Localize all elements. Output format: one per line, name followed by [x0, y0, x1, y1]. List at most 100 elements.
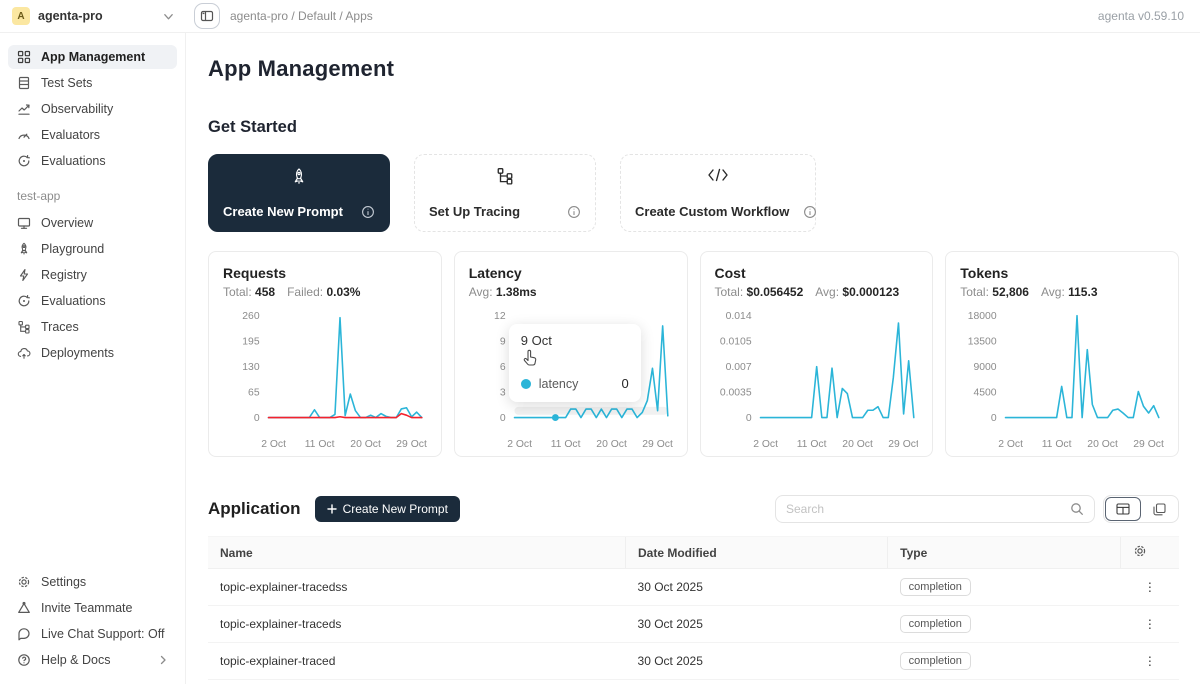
- requests-chart-card: Requests Total: 458 Failed: 0.03% 065130…: [208, 251, 442, 457]
- set-up-tracing-card[interactable]: Set Up Tracing: [414, 154, 596, 232]
- chart-stats: Total: 52,806 Avg: 115.3: [960, 285, 1164, 299]
- sidebar-item-label: Invite Teammate: [41, 601, 132, 615]
- svg-text:29 Oct: 29 Oct: [1134, 439, 1164, 450]
- card-label: Create New Prompt: [223, 204, 343, 219]
- row-menu-button[interactable]: ⋮: [1121, 569, 1179, 606]
- svg-text:9000: 9000: [974, 362, 997, 373]
- svg-text:6: 6: [500, 362, 506, 373]
- rocket-icon: [223, 167, 375, 187]
- chart-title: Requests: [223, 265, 427, 281]
- breadcrumb[interactable]: agenta-pro / Default / Apps: [230, 9, 373, 23]
- sidebar-item-deployments[interactable]: Deployments: [8, 341, 177, 365]
- sidebar-item-evaluations[interactable]: Evaluations: [8, 149, 177, 173]
- table-view-button[interactable]: [1105, 497, 1141, 521]
- create-new-prompt-button[interactable]: Create New Prompt: [315, 496, 460, 522]
- svg-text:65: 65: [248, 388, 260, 399]
- tooltip-value: 0: [622, 376, 629, 391]
- info-icon[interactable]: [803, 205, 817, 219]
- monitor-icon: [17, 216, 31, 230]
- sidebar-item-settings[interactable]: Settings: [8, 570, 177, 594]
- app-name[interactable]: career-assessment: [208, 680, 626, 684]
- table-settings-header[interactable]: [1121, 537, 1179, 569]
- info-icon[interactable]: [361, 205, 375, 219]
- requests-chart[interactable]: 0651301952602 Oct11 Oct20 Oct29 Oct: [223, 305, 427, 451]
- gauge-icon: [17, 128, 31, 142]
- create-new-prompt-card[interactable]: Create New Prompt: [208, 154, 390, 232]
- sidebar-item-playground[interactable]: Playground: [8, 237, 177, 261]
- sidebar: App Management Test Sets Observability E…: [0, 33, 186, 684]
- search-icon[interactable]: [1070, 502, 1084, 516]
- sidebar-item-label: Live Chat Support: Off: [41, 627, 164, 641]
- sidebar-item-evaluators[interactable]: Evaluators: [8, 123, 177, 147]
- sidebar-item-invite-teammate[interactable]: Invite Teammate: [8, 596, 177, 620]
- type-badge: completion: [900, 615, 971, 633]
- chart-title: Latency: [469, 265, 673, 281]
- invite-icon: [17, 601, 31, 615]
- svg-text:29 Oct: 29 Oct: [642, 439, 672, 450]
- panel-left-icon: [200, 9, 214, 23]
- row-menu-button[interactable]: ⋮: [1121, 680, 1179, 684]
- svg-text:0.0105: 0.0105: [719, 337, 751, 348]
- sidebar-item-app-management[interactable]: App Management: [8, 45, 177, 69]
- sidebar-item-label: Deployments: [41, 346, 114, 360]
- tokens-chart[interactable]: 04500900013500180002 Oct11 Oct20 Oct29 O…: [960, 305, 1164, 451]
- sidebar-item-label: App Management: [41, 50, 145, 64]
- svg-text:20 Oct: 20 Oct: [350, 439, 381, 450]
- chart-stats: Avg: 1.38ms: [469, 285, 673, 299]
- workspace-selector[interactable]: A agenta-pro: [0, 7, 186, 25]
- svg-text:0.007: 0.007: [725, 362, 751, 373]
- table-row[interactable]: career-assessment 27 Oct 2025 completion…: [208, 680, 1179, 684]
- sidebar-collapse-button[interactable]: [194, 3, 220, 29]
- table-row[interactable]: topic-explainer-traceds 30 Oct 2025 comp…: [208, 606, 1179, 643]
- svg-text:13500: 13500: [968, 337, 997, 348]
- code-icon: [635, 167, 801, 183]
- workspace-avatar: A: [12, 7, 30, 25]
- cycle-icon: [17, 294, 31, 308]
- app-name[interactable]: topic-explainer-tracedss: [208, 569, 626, 606]
- sidebar-item-evaluations-project[interactable]: Evaluations: [8, 289, 177, 313]
- table-row[interactable]: topic-explainer-tracedss 30 Oct 2025 com…: [208, 569, 1179, 606]
- table-row[interactable]: topic-explainer-traced 30 Oct 2025 compl…: [208, 643, 1179, 680]
- app-date: 30 Oct 2025: [626, 643, 888, 680]
- svg-text:20 Oct: 20 Oct: [596, 439, 627, 450]
- row-menu-button[interactable]: ⋮: [1121, 606, 1179, 643]
- tooltip-series-name: latency: [539, 377, 579, 391]
- sidebar-item-observability[interactable]: Observability: [8, 97, 177, 121]
- tooltip-date: 9 Oct: [521, 333, 629, 348]
- svg-text:20 Oct: 20 Oct: [842, 439, 873, 450]
- row-menu-button[interactable]: ⋮: [1121, 643, 1179, 680]
- sidebar-item-traces[interactable]: Traces: [8, 315, 177, 339]
- workspace-name: agenta-pro: [38, 9, 155, 23]
- card-view-button[interactable]: [1141, 497, 1177, 521]
- cost-chart[interactable]: 00.00350.0070.01050.0142 Oct11 Oct20 Oct…: [715, 305, 919, 451]
- svg-text:2 Oct: 2 Oct: [998, 439, 1023, 450]
- sidebar-item-help-docs[interactable]: Help & Docs: [8, 648, 177, 672]
- sidebar-item-overview[interactable]: Overview: [8, 211, 177, 235]
- app-version: agenta v0.59.10: [1098, 9, 1184, 23]
- svg-text:20 Oct: 20 Oct: [1088, 439, 1119, 450]
- page-title: App Management: [208, 56, 1179, 82]
- create-custom-workflow-card[interactable]: Create Custom Workflow: [620, 154, 816, 232]
- info-icon[interactable]: [567, 205, 581, 219]
- svg-text:12: 12: [494, 311, 506, 322]
- top-bar: A agenta-pro agenta-pro / Default / Apps…: [0, 0, 1200, 33]
- svg-text:2 Oct: 2 Oct: [261, 439, 286, 450]
- search-box: [775, 495, 1095, 523]
- svg-text:3: 3: [500, 388, 506, 399]
- chart-title: Tokens: [960, 265, 1164, 281]
- sidebar-item-test-sets[interactable]: Test Sets: [8, 71, 177, 95]
- tokens-chart-card: Tokens Total: 52,806 Avg: 115.3 04500900…: [945, 251, 1179, 457]
- chat-bubble-icon: [17, 627, 31, 641]
- sidebar-item-live-chat[interactable]: Live Chat Support: Off: [8, 622, 177, 646]
- column-header-type[interactable]: Type: [888, 537, 1121, 569]
- app-name[interactable]: topic-explainer-traced: [208, 643, 626, 680]
- column-header-name[interactable]: Name: [208, 537, 626, 569]
- application-title: Application: [208, 499, 301, 519]
- app-name[interactable]: topic-explainer-traceds: [208, 606, 626, 643]
- sidebar-item-registry[interactable]: Registry: [8, 263, 177, 287]
- svg-text:9: 9: [500, 337, 506, 348]
- search-input[interactable]: [786, 502, 1062, 516]
- cycle-icon: [17, 154, 31, 168]
- main-content: App Management Get Started Create New Pr…: [187, 33, 1200, 684]
- column-header-date-modified[interactable]: Date Modified: [626, 537, 888, 569]
